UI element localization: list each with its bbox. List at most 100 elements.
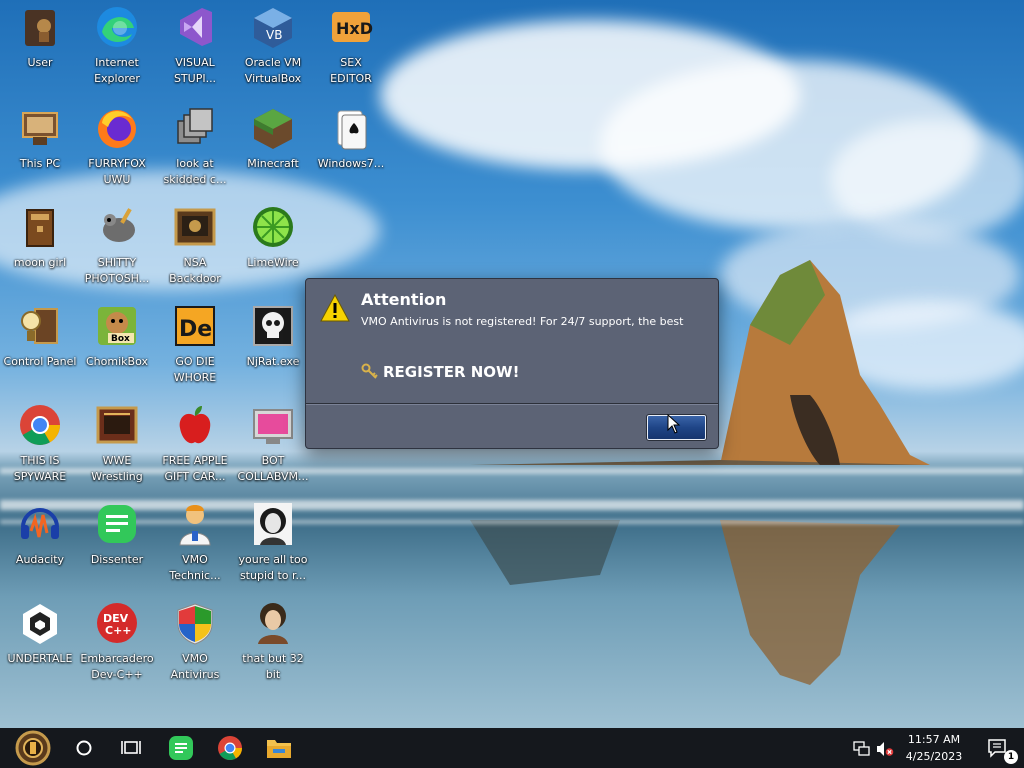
desktop-icon[interactable]: VISUAL STUPI... — [155, 0, 235, 90]
desktop-icon[interactable]: VB Oracle VM VirtualBox — [233, 0, 313, 90]
notification-count-badge: 1 — [1004, 750, 1018, 764]
unity-icon — [17, 600, 63, 646]
firefox-icon — [94, 105, 140, 151]
gimp-icon — [94, 204, 140, 250]
desktop-icon[interactable]: WWE Wrestling — [77, 398, 157, 488]
desktop-icon[interactable]: NjRat.exe — [233, 299, 313, 389]
desktop-icon[interactable]: De GO DIE WHORE — [155, 299, 235, 389]
desktop-icon[interactable]: Dissenter — [77, 497, 157, 587]
desktop-icon[interactable]: Audacity — [0, 497, 80, 587]
svg-text:HxD: HxD — [336, 19, 373, 38]
desktop-icon[interactable]: User — [0, 0, 80, 90]
pink-screen-icon — [250, 402, 296, 448]
desktop-icon-label: Dissenter — [90, 553, 144, 566]
register-now-link[interactable]: REGISTER NOW! — [361, 363, 519, 381]
register-now-label: REGISTER NOW! — [383, 363, 520, 381]
desktop-icon[interactable]: HxD SEX EDITOR — [311, 0, 391, 90]
taskbar-dissenter[interactable] — [157, 728, 205, 768]
desktop-icon[interactable]: VMO Technic... — [155, 497, 235, 587]
dialog-message: VMO Antivirus is not registered! For 24/… — [361, 315, 684, 328]
steampunk-start-orb-icon — [15, 730, 51, 766]
attention-dialog: Attention VMO Antivirus is not registere… — [305, 278, 719, 449]
desktop-icon[interactable]: VMO Antivirus — [155, 596, 235, 686]
desktop-icon-label: Embarcadero Dev-C++ — [80, 652, 154, 681]
taskbar-chrome[interactable] — [206, 728, 254, 768]
wooden-box-icon — [17, 204, 63, 250]
desktop-icon-label: NSA Backdoor — [169, 256, 221, 285]
clock-time: 11:57 AM — [907, 733, 961, 746]
desktop-icon[interactable]: moon girl — [0, 200, 80, 290]
dissenter-icon — [94, 501, 140, 547]
desktop-icon[interactable]: Control Panel — [0, 299, 80, 389]
solitaire-cards-icon — [328, 105, 374, 151]
svg-text:De: De — [179, 317, 212, 342]
desktop-icon-label: moon girl — [13, 256, 67, 269]
search-button[interactable] — [60, 728, 108, 768]
desktop-icon[interactable]: THIS IS SPYWARE — [0, 398, 80, 488]
search-circle-icon — [76, 740, 92, 756]
start-button[interactable] — [8, 728, 58, 768]
svg-text:Box: Box — [111, 334, 130, 344]
svg-text:C++: C++ — [105, 624, 132, 637]
this-pc-icon — [17, 105, 63, 151]
desktop-icon[interactable]: SHITTY PHOTOSH... — [77, 200, 157, 290]
desktop-icon-label: VMO Technic... — [169, 553, 221, 582]
desktop-icon-label: This PC — [19, 157, 61, 170]
svg-text:VB: VB — [266, 28, 282, 42]
desktop-icon[interactable]: BOT COLLABVM... — [233, 398, 313, 488]
limewire-icon — [250, 204, 296, 250]
desktop-icon-label: youre all too stupid to r... — [238, 553, 308, 582]
chomikbox-icon: Box — [94, 303, 140, 349]
desktop-icon-label: FURRYFOX UWU — [88, 157, 146, 186]
desktop-icon[interactable]: Box ChomikBox — [77, 299, 157, 389]
desktop-icon[interactable]: UNDERTALE — [0, 596, 80, 686]
desktop-icon[interactable]: look at skidded c... — [155, 101, 235, 191]
task-view-button[interactable] — [107, 728, 155, 768]
desktop-icon-label: Windows7... — [317, 157, 385, 170]
desktop-icon-label: FREE APPLE GIFT CAR... — [162, 454, 228, 483]
desktop-icon[interactable]: FURRYFOX UWU — [77, 101, 157, 191]
desktop-icon[interactable]: Windows7... — [311, 101, 391, 191]
desktop-icon-label: NjRat.exe — [246, 355, 300, 368]
mouse-cursor-icon — [667, 414, 681, 434]
taskbar-clock[interactable]: 11:57 AM 4/25/2023 — [898, 731, 970, 765]
security-shield-icon — [172, 600, 218, 646]
dialog-title: Attention — [361, 290, 447, 309]
portrait-lady-icon — [250, 600, 296, 646]
desktop-icon[interactable]: NSA Backdoor — [155, 200, 235, 290]
taskbar-file-explorer[interactable] — [255, 728, 303, 768]
desktop-icon[interactable]: This PC — [0, 101, 80, 191]
desktop-icon-label: Control Panel — [3, 355, 77, 368]
stacked-windows-icon — [172, 105, 218, 151]
devcpp-icon: DEV C++ — [94, 600, 140, 646]
desktop-icon-label: VMO Antivirus — [170, 652, 220, 681]
desktop-icon[interactable]: LimeWire — [233, 200, 313, 290]
desktop-icon-label: GO DIE WHORE — [173, 355, 217, 384]
desktop-icon-label: SEX EDITOR — [330, 56, 372, 85]
desktop-icon[interactable]: DEV C++ Embarcadero Dev-C++ — [77, 596, 157, 686]
desktop-icon[interactable]: that but 32 bit — [233, 596, 313, 686]
skull-icon — [250, 303, 296, 349]
chrome-icon — [17, 402, 63, 448]
desktop-icon-label: SHITTY PHOTOSH... — [84, 256, 150, 285]
clock-date: 4/25/2023 — [905, 750, 963, 763]
apple-icon — [172, 402, 218, 448]
desktop-icon-label: UNDERTALE — [7, 652, 73, 665]
control-panel-icon — [17, 303, 63, 349]
virtualbox-icon: VB — [250, 4, 296, 50]
volume-muted-icon[interactable] — [876, 741, 894, 757]
desktop-icon[interactable]: youre all too stupid to r... — [233, 497, 313, 587]
action-center-button[interactable]: 1 — [976, 728, 1020, 768]
desktop-icon-label: VISUAL STUPI... — [173, 56, 217, 85]
dissenter-icon — [169, 736, 193, 760]
desktop-icon-label: User — [27, 56, 53, 69]
desktop-icon[interactable]: Minecraft — [233, 101, 313, 191]
steampunk-display-icon — [172, 204, 218, 250]
network-icon[interactable] — [853, 741, 871, 757]
steampunk-frame-icon — [94, 402, 140, 448]
desktop-icon[interactable]: FREE APPLE GIFT CAR... — [155, 398, 235, 488]
desktop-icon-label: Audacity — [15, 553, 65, 566]
warning-icon — [320, 294, 350, 322]
hxd-hex-editor-icon: HxD — [328, 4, 374, 50]
desktop-icon[interactable]: Internet Explorer — [77, 0, 157, 90]
